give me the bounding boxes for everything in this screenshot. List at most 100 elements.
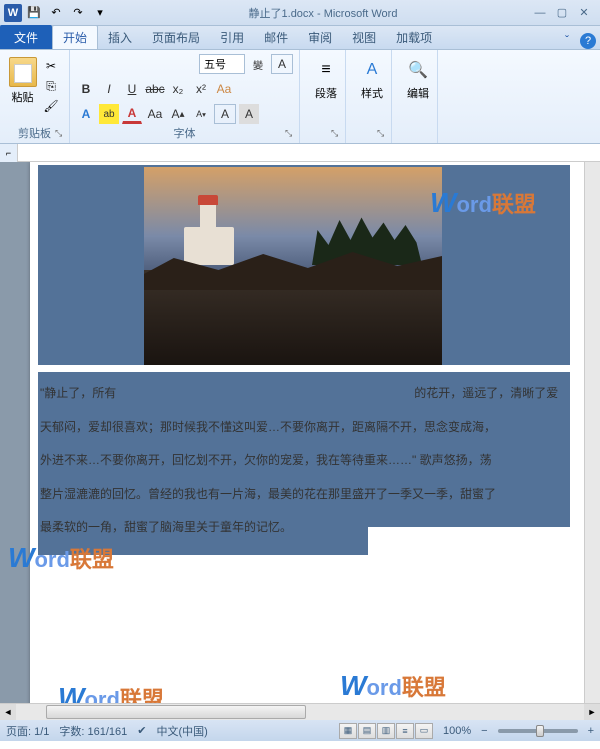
ribbon-tabs: 文件 开始 插入 页面布局 引用 邮件 审阅 视图 加载项 ˇ ? — [0, 26, 600, 50]
zoom-thumb[interactable] — [536, 725, 544, 737]
tab-addins[interactable]: 加载项 — [386, 25, 442, 49]
paragraph-label: 段落 — [315, 85, 337, 101]
styles-label: 样式 — [361, 85, 383, 101]
close-button[interactable]: ✕ — [576, 6, 592, 20]
font-launcher-icon[interactable]: ⤡ — [285, 128, 297, 140]
text-effect-icon[interactable]: A — [76, 104, 96, 124]
scroll-thumb[interactable] — [46, 705, 306, 719]
text-line-4: 整片湿漉漉的回忆。曾经的我也有一片海，最美的花在那里盛开了一季又一季，甜蜜了 — [40, 478, 590, 512]
copy-icon[interactable]: ⎘ — [41, 77, 61, 95]
clipboard-launcher-icon[interactable]: ⤡ — [55, 128, 67, 140]
cut-icon[interactable]: ✂ — [41, 57, 61, 75]
fullscreen-icon[interactable]: ▤ — [358, 723, 376, 739]
underline-button[interactable]: U — [122, 79, 142, 99]
zoom-slider[interactable] — [498, 729, 578, 733]
bold-button[interactable]: B — [76, 79, 96, 99]
find-icon: 🔍 — [405, 57, 431, 83]
ribbon: 粘贴 ✂ ⎘ 🖌 剪贴板 ⤡ 五号 變 A B I U abc x₂ x² Aa — [0, 50, 600, 144]
superscript-button[interactable]: x² — [191, 79, 211, 99]
status-page[interactable]: 页面: 1/1 — [6, 723, 49, 739]
tab-review[interactable]: 审阅 — [298, 25, 342, 49]
para-launcher-icon[interactable]: ⤡ — [331, 128, 343, 140]
font-size-select[interactable]: 五号 — [199, 54, 245, 74]
group-clipboard: 粘贴 ✂ ⎘ 🖌 剪贴板 ⤡ — [0, 50, 70, 143]
horizontal-scrollbar[interactable]: ◄ ► — [0, 703, 600, 719]
minimize-button[interactable]: — — [532, 6, 548, 20]
redo-icon[interactable]: ↷ — [68, 3, 88, 23]
italic-button[interactable]: I — [99, 79, 119, 99]
paragraph-button[interactable]: ≡ 段落 — [306, 53, 346, 105]
paste-icon — [9, 57, 37, 87]
minimize-ribbon-icon[interactable]: ˇ — [558, 31, 576, 49]
group-font: 五号 變 A B I U abc x₂ x² Aa A ab A Aa A▴ A… — [70, 50, 300, 143]
scroll-track[interactable] — [16, 704, 584, 720]
char-border-icon[interactable]: A — [214, 104, 236, 124]
grow-font-icon[interactable]: 變 — [248, 54, 268, 74]
vertical-scrollbar[interactable] — [584, 162, 600, 703]
tab-references[interactable]: 引用 — [210, 25, 254, 49]
text-line-5: 最柔软的一角，甜蜜了脑海里关于童年的记忆。 — [40, 511, 590, 545]
window-title: 静止了1.docx - Microsoft Word — [114, 5, 532, 21]
zoom-out-button[interactable]: − — [481, 725, 487, 737]
tab-selector-icon[interactable]: ⌐ — [0, 144, 18, 162]
status-words[interactable]: 字数: 161/161 — [59, 723, 127, 739]
text-line-2: 天郁闷，爱却很喜欢；那时候我不懂这叫爱…不要你离开，距离隔不开，思念变成海， — [40, 411, 590, 445]
styles-launcher-icon[interactable]: ⤡ — [377, 128, 389, 140]
scroll-right-icon[interactable]: ► — [584, 704, 600, 720]
char-shading-icon[interactable]: A — [239, 104, 259, 124]
text-line-3: 外进不来…不要你离开，回忆划不开，欠你的宠爱，我在等待重来……" 歌声悠扬，荡 — [40, 444, 590, 478]
strike-button[interactable]: abc — [145, 79, 165, 99]
document-image[interactable] — [144, 167, 442, 365]
maximize-button[interactable]: ▢ — [554, 6, 570, 20]
paste-button[interactable]: 粘贴 — [6, 53, 39, 105]
tab-view[interactable]: 视图 — [342, 25, 386, 49]
format-painter-icon[interactable]: 🖌 — [41, 97, 61, 115]
print-layout-icon[interactable]: ▦ — [339, 723, 357, 739]
status-proofing-icon[interactable]: ✔ — [137, 724, 146, 737]
undo-icon[interactable]: ↶ — [46, 3, 66, 23]
shrink-font-icon[interactable]: A▾ — [191, 104, 211, 124]
status-language[interactable]: 中文(中国) — [157, 723, 208, 739]
word-app-icon[interactable]: W — [4, 4, 22, 22]
draft-icon[interactable]: ▭ — [415, 723, 433, 739]
window-controls: — ▢ ✕ — [532, 6, 600, 20]
group-styles: A 样式 ⤡ — [346, 50, 392, 143]
editing-label: 编辑 — [407, 85, 429, 101]
paragraph-icon: ≡ — [313, 57, 339, 83]
grow-font2-icon[interactable]: A▴ — [168, 104, 188, 124]
title-bar: W 💾 ↶ ↷ ▾ 静止了1.docx - Microsoft Word — ▢… — [0, 0, 600, 26]
tab-file[interactable]: 文件 — [0, 25, 52, 49]
web-layout-icon[interactable]: ▥ — [377, 723, 395, 739]
quick-access-toolbar: W 💾 ↶ ↷ ▾ — [0, 3, 114, 23]
tab-mailings[interactable]: 邮件 — [254, 25, 298, 49]
tab-insert[interactable]: 插入 — [98, 25, 142, 49]
document-area[interactable]: "静止了，所有 的花开，遥远了，清晰了爱 天郁闷，爱却很喜欢；那时候我不懂这叫爱…… — [0, 162, 600, 703]
text-line-1b: 的花开，遥远了，清晰了爱 — [414, 386, 558, 400]
tab-layout[interactable]: 页面布局 — [142, 25, 210, 49]
clear-format-icon[interactable]: Aa — [214, 79, 234, 99]
ruler[interactable]: ⌐ — [0, 144, 600, 162]
paste-label: 粘贴 — [12, 89, 34, 105]
group-paragraph: ≡ 段落 ⤡ — [300, 50, 346, 143]
highlight-icon[interactable]: ab — [99, 104, 119, 124]
document-text[interactable]: "静止了，所有 的花开，遥远了，清晰了爱 天郁闷，爱却很喜欢；那时候我不懂这叫爱…… — [40, 377, 590, 545]
zoom-in-button[interactable]: + — [588, 725, 594, 737]
view-buttons: ▦ ▤ ▥ ≡ ▭ — [339, 723, 433, 739]
styles-icon: A — [359, 57, 385, 83]
change-case-icon[interactable]: Aa — [145, 104, 165, 124]
tab-home[interactable]: 开始 — [52, 25, 98, 49]
zoom-level[interactable]: 100% — [443, 725, 471, 737]
page[interactable]: "静止了，所有 的花开，遥远了，清晰了爱 天郁闷，爱却很喜欢；那时候我不懂这叫爱…… — [30, 162, 590, 703]
status-bar: 页面: 1/1 字数: 161/161 ✔ 中文(中国) ▦ ▤ ▥ ≡ ▭ 1… — [0, 719, 600, 741]
save-icon[interactable]: 💾 — [24, 3, 44, 23]
text-line-1a: "静止了，所有 — [40, 386, 116, 400]
help-icon[interactable]: ? — [580, 33, 596, 49]
subscript-button[interactable]: x₂ — [168, 79, 188, 99]
font-color-icon[interactable]: A — [122, 104, 142, 124]
editing-button[interactable]: 🔍 编辑 — [398, 53, 438, 105]
scroll-left-icon[interactable]: ◄ — [0, 704, 16, 720]
char-box-icon[interactable]: A — [271, 54, 293, 74]
qat-dropdown-icon[interactable]: ▾ — [90, 3, 110, 23]
styles-button[interactable]: A 样式 — [352, 53, 392, 105]
outline-icon[interactable]: ≡ — [396, 723, 414, 739]
